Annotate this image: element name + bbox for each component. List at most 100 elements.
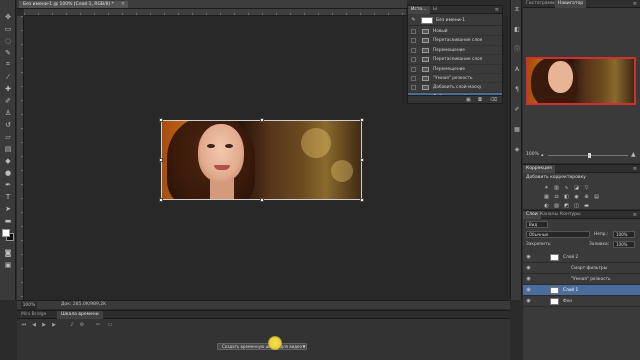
create-video-timeline-button[interactable]: Создать временную шкалу для видео (217, 343, 307, 350)
tab-adjustments[interactable]: Коррекция (523, 165, 555, 173)
layer-row[interactable]: ◉ Слой 2 (523, 252, 640, 263)
levels-icon[interactable]: ▥ (553, 185, 560, 192)
visibility-eye-icon[interactable]: ◉ (525, 254, 532, 261)
history-brush-tool-icon[interactable]: ↺ (3, 120, 13, 129)
split-icon[interactable]: ✂ (95, 322, 101, 328)
zoom-out-icon[interactable]: ▴ (541, 152, 544, 158)
path-select-tool-icon[interactable]: ➤ (3, 204, 13, 213)
photo-filter-icon[interactable]: ◉ (573, 194, 580, 201)
transform-handle[interactable] (360, 158, 364, 162)
zoom-field[interactable]: 100% (21, 302, 37, 309)
transform-handle[interactable] (159, 118, 163, 122)
history-state[interactable]: "Умная" резкость (408, 74, 502, 84)
transform-handle[interactable] (159, 158, 163, 162)
move-tool-icon[interactable]: ✥ (3, 12, 13, 21)
clone-stamp-tool-icon[interactable]: ♙ (3, 108, 13, 117)
history-state[interactable]: Новый (408, 27, 502, 37)
tab-mini-bridge[interactable]: Mini Bridge (17, 311, 50, 319)
curves-icon[interactable]: ∿ (563, 185, 570, 192)
visibility-eye-icon[interactable]: ◉ (525, 276, 532, 283)
color-lookup-icon[interactable]: ▤ (593, 194, 600, 201)
transform-handle[interactable] (360, 118, 364, 122)
hue-saturation-icon[interactable]: ▦ (543, 194, 550, 201)
document-size-info[interactable]: Док: 285,0K/989,2K (61, 301, 106, 309)
color-balance-icon[interactable]: ⚖ (553, 194, 560, 201)
gradient-map-icon[interactable]: ▬ (583, 203, 590, 210)
tab-paths[interactable]: Контуры (557, 211, 584, 219)
new-document-from-state-icon[interactable]: ▣ (466, 97, 471, 103)
first-frame-icon[interactable]: ⏮ (21, 322, 27, 328)
zoom-in-icon[interactable]: ▲ (631, 151, 636, 158)
history-state[interactable]: Перетаскивание слоя (408, 36, 502, 46)
history-brush-source-box[interactable] (411, 57, 416, 63)
panel-menu-icon[interactable]: ≡ (633, 166, 637, 172)
shape-tool-icon[interactable]: ▬ (3, 216, 13, 225)
tab-actions[interactable]: Ы (430, 6, 440, 14)
prev-frame-icon[interactable]: ◀ (31, 322, 37, 328)
screen-mode-icon[interactable]: ▣ (3, 260, 13, 269)
document-tab[interactable]: Без имени-1 @ 100% (Слой 1, RGB/8) * × (19, 1, 128, 8)
black-white-icon[interactable]: ◧ (563, 194, 570, 201)
navigator-zoom-slider[interactable] (548, 153, 628, 158)
navigator-zoom-field[interactable]: 100% (526, 152, 539, 157)
play-icon[interactable]: ▶ (41, 322, 47, 328)
trash-icon[interactable]: ⌫ (490, 97, 497, 103)
panel-menu-icon[interactable]: ≡ (633, 1, 637, 7)
tab-timeline[interactable]: Шкала времени (57, 311, 103, 319)
styles-icon[interactable]: ◈ (513, 146, 521, 154)
history-brush-source-box[interactable] (411, 47, 416, 53)
history-state[interactable]: Добавить слой-маску (408, 83, 502, 93)
brightness-icon[interactable]: ☀ (543, 185, 550, 192)
healing-brush-tool-icon[interactable]: ✚ (3, 84, 13, 93)
layer-row[interactable]: ◉ Фон (523, 296, 640, 307)
foreground-color-swatch[interactable] (2, 229, 10, 237)
layer-row[interactable]: ◉ "Умная" резкость (523, 274, 640, 285)
type-tool-icon[interactable]: T (3, 192, 13, 201)
history-state[interactable]: Перетаскивание слоя (408, 55, 502, 65)
visibility-eye-icon[interactable]: ◉ (525, 287, 532, 294)
properties-icon[interactable]: ◧ (513, 26, 521, 34)
layer-row[interactable]: ◉ Слой 1 (523, 285, 640, 296)
transition-icon[interactable]: ▭ (107, 322, 113, 328)
vibrance-icon[interactable]: ▽ (583, 185, 590, 192)
blur-tool-icon[interactable]: ◆ (3, 156, 13, 165)
history-state[interactable]: Перемещение (408, 65, 502, 74)
settings-icon[interactable]: ⚙ (79, 322, 85, 328)
brush-presets-icon[interactable]: ✐ (513, 106, 521, 114)
crop-tool-icon[interactable]: ⌗ (3, 60, 13, 69)
transform-bounding-box[interactable] (159, 118, 364, 202)
pen-tool-icon[interactable]: ✒ (3, 180, 13, 189)
exposure-icon[interactable]: ◪ (573, 185, 580, 192)
channel-mixer-icon[interactable]: ⊕ (583, 194, 590, 201)
swatches-icon[interactable]: ▦ (513, 126, 521, 134)
panel-menu-icon[interactable]: ≡ (633, 212, 637, 218)
blend-mode-select[interactable]: Обычные (526, 231, 590, 238)
history-brush-source-box[interactable] (411, 85, 416, 91)
layer-row[interactable]: ◉ Смарт-фильтры (523, 263, 640, 274)
character-icon[interactable]: A (513, 66, 521, 74)
opacity-field[interactable]: 100% (613, 231, 635, 238)
audio-icon[interactable]: ♪ (69, 322, 75, 328)
posterize-icon[interactable]: ▨ (553, 203, 560, 210)
visibility-eye-icon[interactable]: ◉ (525, 298, 532, 305)
selective-color-icon[interactable]: ◫ (573, 203, 580, 210)
navigator-preview[interactable] (526, 57, 636, 105)
close-icon[interactable]: × (121, 1, 125, 8)
visibility-eye-icon[interactable]: ◉ (525, 265, 532, 272)
lasso-tool-icon[interactable]: ◌ (3, 36, 13, 45)
eraser-tool-icon[interactable]: ▱ (3, 132, 13, 141)
camera-icon[interactable]: ◘ (478, 97, 482, 103)
transform-handle[interactable] (360, 198, 364, 202)
info-icon[interactable]: ⓘ (513, 46, 521, 54)
eyedropper-tool-icon[interactable]: ⁄ (3, 72, 13, 81)
history-snapshot[interactable]: ✎ Без имени-1 (408, 15, 502, 26)
panel-menu-icon[interactable]: ≡ (495, 7, 499, 13)
history-state[interactable]: Перемещение (408, 46, 502, 56)
brush-tool-icon[interactable]: ✐ (3, 96, 13, 105)
fill-field[interactable]: 100% (613, 241, 635, 248)
transform-handle[interactable] (260, 118, 264, 122)
threshold-icon[interactable]: ◩ (563, 203, 570, 210)
history-brush-source-box[interactable] (411, 66, 416, 72)
transform-handle[interactable] (260, 198, 264, 202)
history-brush-source-icon[interactable]: ✎ (410, 17, 417, 24)
